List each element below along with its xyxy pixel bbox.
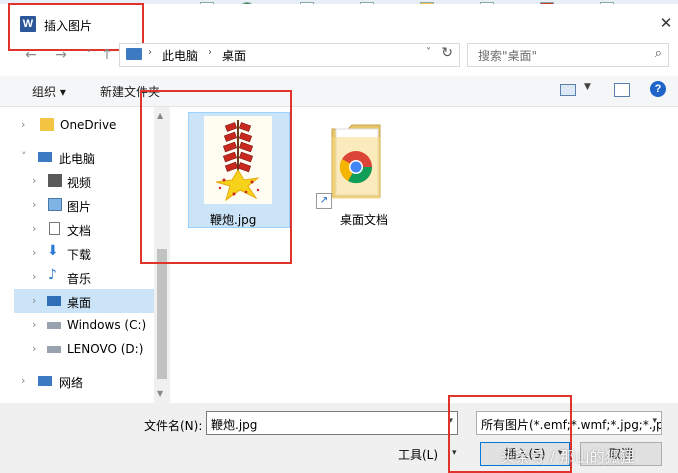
sidebar-item-label: 音乐: [67, 272, 92, 286]
desktop-icon: [47, 296, 61, 306]
search-icon[interactable]: ⌕: [655, 46, 662, 61]
back-arrow-icon[interactable]: ←: [22, 46, 40, 64]
file-type-dropdown-icon[interactable]: ▾: [650, 416, 657, 426]
file-name-desktop-docs[interactable]: 桌面文档: [340, 211, 388, 228]
shortcut-arrow-icon: ↗: [316, 193, 332, 209]
view-dropdown-icon[interactable]: ▼: [584, 82, 591, 92]
sidebar-item-lenovo-d[interactable]: › LENOVO (D:): [14, 337, 154, 361]
sidebar-item-windows-c[interactable]: › Windows (C:): [14, 313, 154, 337]
sidebar-item-label: Windows (C:): [67, 318, 147, 332]
breadcrumb-desktop[interactable]: 桌面: [222, 47, 246, 64]
sidebar-item-label: 视频: [67, 176, 92, 190]
expand-chevron-icon[interactable]: ›: [21, 374, 25, 387]
computer-icon: [38, 152, 52, 162]
collapse-chevron-icon[interactable]: ˅: [21, 150, 27, 163]
folder-graphic: [331, 124, 381, 199]
filename-value[interactable]: 鞭炮.jpg: [211, 416, 257, 433]
sidebar-item-this-pc[interactable]: ˅ 此电脑: [14, 145, 154, 169]
scroll-down-arrow-icon[interactable]: ▼: [157, 389, 163, 398]
filename-field[interactable]: 鞭炮.jpg ▾: [206, 411, 458, 435]
sidebar-item-label: LENOVO (D:): [67, 342, 144, 356]
sidebar-item-label: 网络: [59, 376, 84, 390]
network-icon: [38, 376, 52, 386]
tools-button[interactable]: 工具(L): [398, 446, 438, 463]
expand-chevron-icon[interactable]: ›: [32, 294, 36, 307]
computer-icon: [126, 48, 142, 60]
scrollbar-thumb[interactable]: [157, 249, 167, 379]
drive-icon: [47, 322, 61, 329]
change-view-icon[interactable]: [560, 84, 576, 96]
breadcrumb-separator-icon: ›: [208, 47, 212, 58]
documents-icon: [49, 222, 60, 235]
forward-arrow-icon[interactable]: →: [52, 46, 70, 64]
folder-icon: [40, 118, 54, 131]
address-dropdown-icon[interactable]: ˅: [426, 47, 431, 58]
expand-chevron-icon[interactable]: ›: [21, 118, 25, 131]
sidebar-item-network[interactable]: › 网络: [14, 369, 154, 393]
up-arrow-icon[interactable]: ↑: [98, 46, 116, 64]
video-icon: [48, 174, 62, 187]
sidebar-item-label: 下载: [67, 248, 92, 262]
expand-chevron-icon[interactable]: ›: [32, 270, 36, 283]
file-highlight-box: [140, 90, 292, 264]
organize-button[interactable]: 组织 ▾: [32, 83, 66, 100]
command-toolbar: 组织 ▾ 新建文件夹 ▼ ?: [0, 76, 678, 107]
chrome-folder-shortcut-icon[interactable]: [330, 123, 382, 201]
expand-chevron-icon[interactable]: ›: [32, 342, 36, 355]
close-button[interactable]: ✕: [657, 14, 675, 32]
download-icon: ⬇: [47, 243, 59, 259]
help-icon[interactable]: ?: [650, 81, 666, 97]
expand-chevron-icon[interactable]: ›: [32, 198, 36, 211]
filename-label: 文件名(N):: [144, 419, 203, 433]
sidebar-item-documents[interactable]: › 文档: [14, 217, 154, 241]
refresh-icon[interactable]: ↻: [441, 45, 453, 61]
search-box[interactable]: 搜索"桌面" ⌕: [467, 43, 669, 67]
navigation-pane: › OneDrive ˅ 此电脑 › 视频 › 图片 › 文档 › ⬇ 下载 ›…: [14, 107, 154, 403]
sidebar-item-label: 文档: [67, 224, 92, 238]
recent-locations-dropdown[interactable]: ˅: [80, 46, 98, 64]
sidebar-item-label: 此电脑: [59, 152, 96, 166]
preview-pane-icon[interactable]: [614, 83, 630, 97]
search-input[interactable]: 搜索"桌面": [478, 47, 537, 64]
expand-chevron-icon[interactable]: ›: [32, 174, 36, 187]
expand-chevron-icon[interactable]: ›: [32, 246, 36, 259]
sidebar-item-downloads[interactable]: › ⬇ 下载: [14, 241, 154, 265]
drive-icon: [47, 346, 61, 353]
sidebar-item-desktop[interactable]: › 桌面: [14, 289, 154, 313]
address-bar[interactable]: › 此电脑 › 桌面 ˅ ↻: [119, 43, 460, 67]
pictures-icon: [48, 198, 62, 211]
sidebar-item-label: 桌面: [67, 296, 92, 310]
sidebar-item-pictures[interactable]: › 图片: [14, 193, 154, 217]
music-icon: ♪: [48, 267, 57, 283]
sidebar-item-videos[interactable]: › 视频: [14, 169, 154, 193]
sidebar-item-label: 图片: [67, 200, 92, 214]
expand-chevron-icon[interactable]: ›: [32, 318, 36, 331]
sidebar-item-music[interactable]: › ♪ 音乐: [14, 265, 154, 289]
expand-chevron-icon[interactable]: ›: [32, 222, 36, 235]
breadcrumb-this-pc[interactable]: 此电脑: [162, 47, 198, 64]
sidebar-item-onedrive[interactable]: › OneDrive: [14, 113, 154, 137]
sidebar-item-label: OneDrive: [60, 118, 117, 132]
breadcrumb-separator-icon: ›: [148, 47, 152, 58]
watermark-text: 头条号 / 那山的狐狸: [500, 448, 635, 466]
